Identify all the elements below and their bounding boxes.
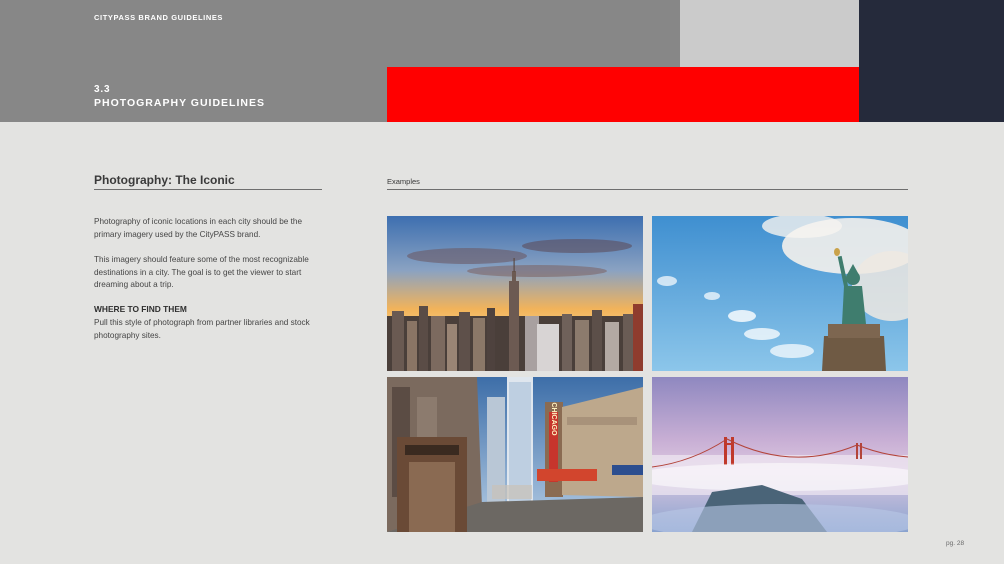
intro-paragraph: Photography of iconic locations in each … [94,217,303,239]
page-number: pg. 28 [946,540,965,547]
where-to-find-heading: WHERE TO FIND THEM [94,304,187,314]
header-red-block [387,67,859,122]
statue-of-liberty-photo [652,216,908,371]
examples-divider [387,189,908,190]
detail-paragraph: This imagery should feature some of the … [94,255,309,289]
source-paragraph: Pull this style of photograph from partn… [94,318,310,340]
brand-guidelines-label: CITYPASS BRAND GUIDELINES [94,13,224,22]
golden-gate-bridge-fog-photo [652,377,908,532]
title-divider [94,189,322,190]
chicago-theatre-sign: CHICAGO [550,402,557,436]
new-york-skyline-photo [387,216,643,371]
header-gray-block-lower [0,67,388,122]
chicago-theatre-street-photo: CHICAGO [387,377,643,532]
examples-label: Examples [387,177,420,186]
section-title: PHOTOGRAPHY GUIDELINES [94,97,265,109]
header-navy-block [859,0,1004,122]
page-title: Photography: The Iconic [94,173,235,187]
section-number: 3.3 [94,84,111,95]
header-light-gray-block [680,0,859,67]
